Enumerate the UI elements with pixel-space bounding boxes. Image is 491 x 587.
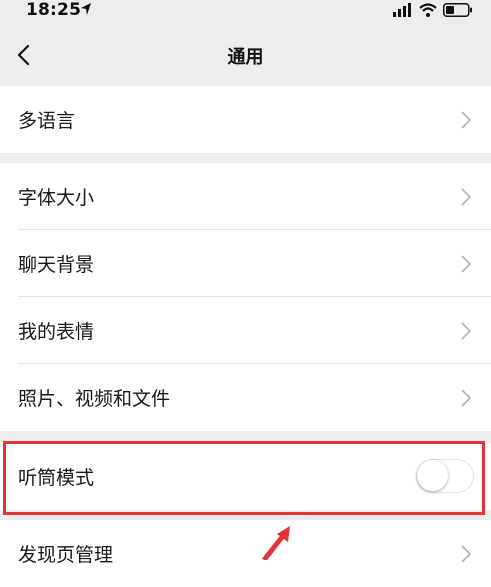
chevron-right-icon — [461, 545, 471, 563]
nav-bar: 通用 — [0, 22, 491, 86]
annotation-arrow-icon — [262, 526, 290, 560]
row-discover-management[interactable]: 发现页管理 — [0, 520, 491, 587]
row-label: 照片、视频和文件 — [18, 388, 171, 410]
location-arrow-icon — [80, 1, 92, 20]
chevron-right-icon — [461, 188, 471, 206]
row-multilanguage[interactable]: 多语言 — [0, 86, 491, 153]
row-chat-background[interactable]: 聊天背景 — [0, 230, 491, 297]
row-my-stickers[interactable]: 我的表情 — [0, 297, 491, 364]
settings-group-discover: 发现页管理 — [0, 520, 491, 587]
wifi-icon — [419, 2, 437, 21]
row-photos-videos-files[interactable]: 照片、视频和文件 — [0, 364, 491, 431]
row-label: 字体大小 — [18, 187, 95, 209]
settings-group-language: 多语言 — [0, 86, 491, 153]
page-title: 通用 — [227, 47, 264, 68]
chevron-right-icon — [461, 255, 471, 273]
status-icons — [393, 2, 473, 21]
row-label: 聊天背景 — [18, 254, 95, 276]
status-time: 18:25 — [26, 0, 82, 20]
battery-icon — [443, 2, 473, 21]
row-font-size[interactable]: 字体大小 — [0, 163, 491, 230]
highlight-box — [3, 441, 485, 515]
chevron-right-icon — [461, 111, 471, 129]
settings-group-display: 字体大小 聊天背景 我的表情 照片、视频和文件 — [0, 163, 491, 431]
chevron-right-icon — [461, 389, 471, 407]
row-label: 我的表情 — [18, 321, 95, 343]
signal-icon — [393, 2, 413, 21]
status-bar: 18:25 — [0, 0, 491, 22]
row-label: 发现页管理 — [18, 544, 114, 566]
chevron-right-icon — [461, 322, 471, 340]
row-label: 多语言 — [18, 110, 76, 132]
